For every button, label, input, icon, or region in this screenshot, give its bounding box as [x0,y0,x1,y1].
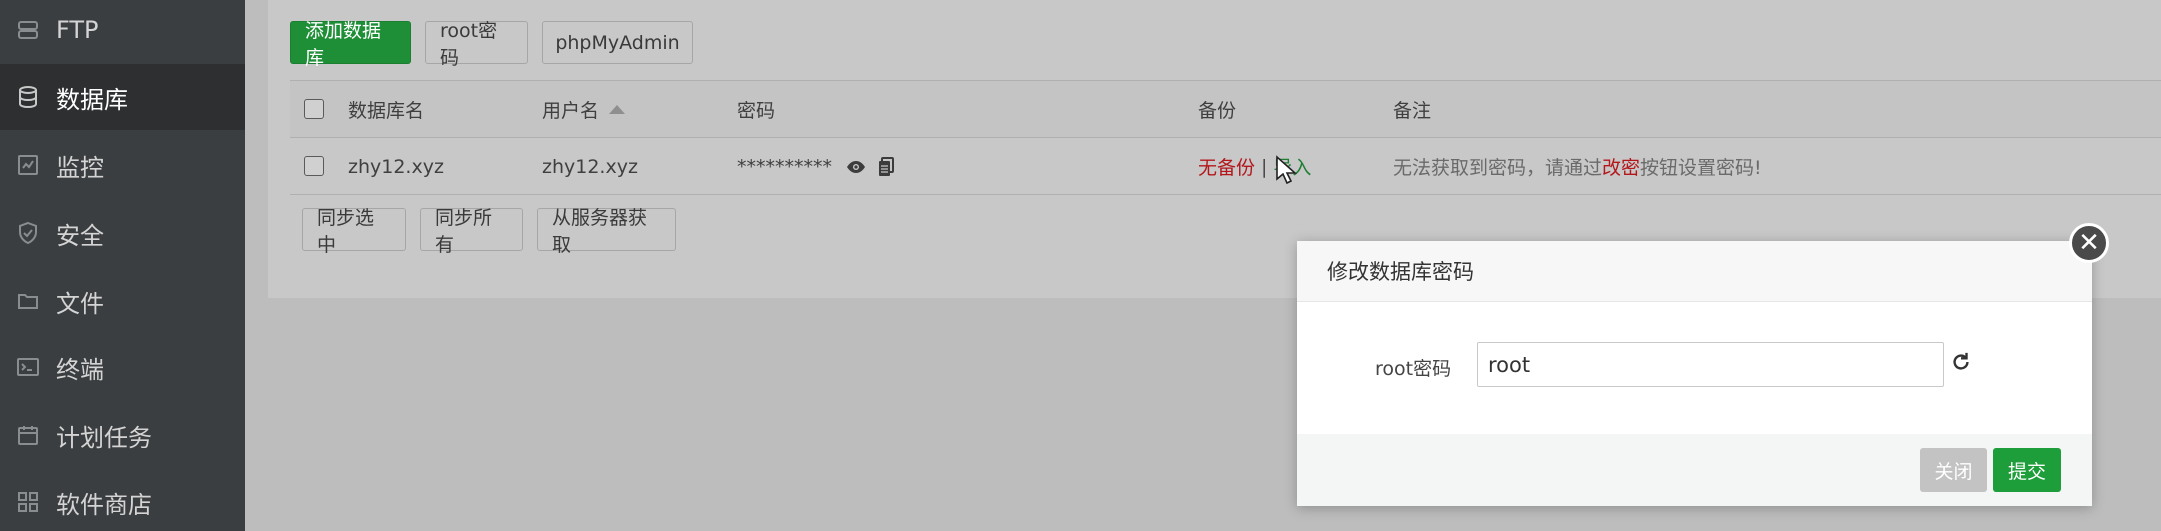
mouse-cursor-icon [1275,155,1298,189]
header-note: 备注 [1393,100,1432,122]
row-checkbox[interactable] [304,156,324,176]
header-username[interactable]: 用户名 [542,81,626,138]
database-icon [14,83,42,111]
no-backup-link[interactable]: 无备份 [1198,153,1255,180]
folder-icon [14,287,42,315]
sidebar-item-app-store[interactable]: 软件商店 [0,469,245,531]
sidebar: FTP 数据库 监控 安全 文件 终端 计划任务 软件商店 [0,0,245,531]
add-database-button[interactable]: 添加数据库 [290,20,411,69]
eye-icon[interactable] [846,160,866,174]
header-username-label: 用户名 [542,100,600,122]
sidebar-item-ftp[interactable]: FTP [0,0,245,63]
header-password: 密码 [737,100,776,122]
row-password: ********** [737,138,894,195]
password-mask: ********** [737,155,832,178]
shield-icon [14,219,42,247]
backup-separator: | [1261,155,1268,178]
sidebar-item-terminal[interactable]: 终端 [0,334,245,400]
row-username: zhy12.xyz [542,155,638,178]
sidebar-item-label: 监控 [56,153,104,182]
copy-icon[interactable] [878,156,894,177]
dialog-footer: 关闭 提交 [1297,434,2092,506]
dialog-title: 修改数据库密码 [1297,241,2092,302]
close-button[interactable]: 关闭 [1920,448,1987,492]
change-password-link[interactable]: 改密 [1602,153,1640,180]
sidebar-item-label: 软件商店 [56,490,152,519]
change-password-dialog: 修改数据库密码 root密码 root 关闭 提交 [1297,241,2092,506]
row-db-name: zhy12.xyz [348,155,444,178]
sidebar-item-files[interactable]: 文件 [0,268,245,334]
sidebar-item-monitor[interactable]: 监控 [0,132,245,198]
root-password-input[interactable]: root [1477,342,1944,387]
ftp-icon [14,16,42,44]
calendar-icon [14,421,42,449]
database-table: 数据库名 用户名 密码 备份 备注 zhy12.xyz zhy12.xyz **… [290,80,2161,195]
sidebar-item-cron[interactable]: 计划任务 [0,402,245,468]
sidebar-item-database[interactable]: 数据库 [0,64,245,130]
refresh-icon[interactable] [1950,351,1972,373]
sync-selected-button[interactable]: 同步选中 [302,207,406,256]
submit-button[interactable]: 提交 [1993,448,2061,492]
note-text-post: 按钮设置密码! [1640,157,1762,179]
apps-icon [14,488,42,516]
root-password-label: root密码 [1375,358,1452,380]
note-text-pre: 无法获取到密码，请通过 [1393,157,1603,179]
sidebar-item-label: 数据库 [56,85,128,114]
header-db-name[interactable]: 数据库名 [348,81,424,138]
row-note: 无法获取到密码，请通过 改密 按钮设置密码! [1393,138,1762,195]
sidebar-item-label: 文件 [56,289,104,318]
sort-ascending-icon [609,105,626,114]
monitor-icon [14,151,42,179]
dialog-close-icon[interactable]: ✕ [2069,223,2109,263]
sidebar-item-label: FTP [56,16,99,44]
root-password-button[interactable]: root密码 [425,20,528,69]
table-row: zhy12.xyz zhy12.xyz ********** 无备份 | 导入 … [290,138,2161,195]
table-header: 数据库名 用户名 密码 备份 备注 [290,81,2161,138]
header-backup: 备份 [1198,100,1237,122]
terminal-icon [14,353,42,381]
sidebar-item-label: 计划任务 [56,423,152,452]
sidebar-item-label: 终端 [56,355,104,384]
sync-all-button[interactable]: 同步所有 [420,207,523,256]
phpmyadmin-button[interactable]: phpMyAdmin [542,21,693,64]
fetch-from-server-button[interactable]: 从服务器获取 [537,207,676,256]
sidebar-item-security[interactable]: 安全 [0,200,245,266]
select-all-checkbox[interactable] [304,99,324,119]
sidebar-item-label: 安全 [56,221,104,250]
